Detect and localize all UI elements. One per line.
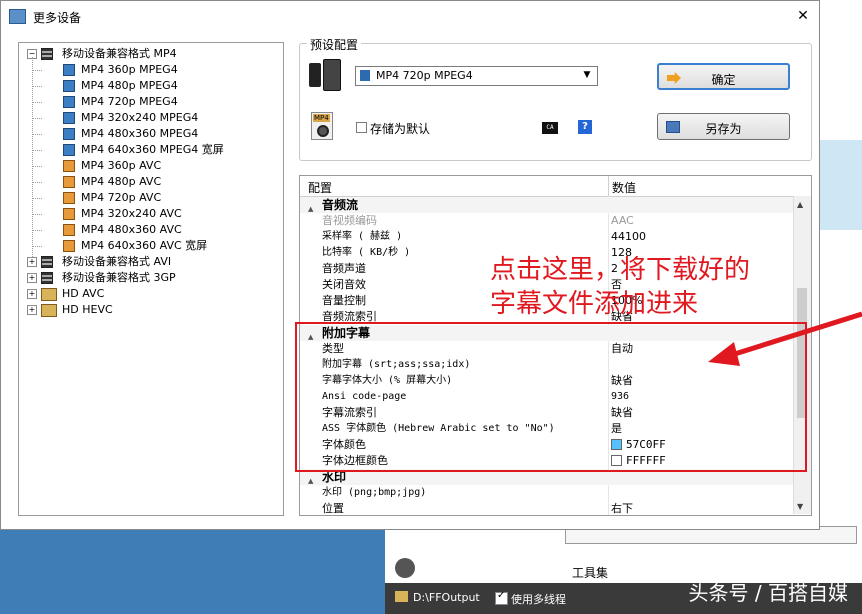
tree-item-label: MP4 480x360 MPEG4 [81,126,198,142]
expand-icon[interactable]: + [27,305,37,315]
folder-icon[interactable] [395,591,408,602]
grid-row[interactable]: 水印 (png;bmp;jpg) [300,485,793,501]
dialog-title: 更多设备 [33,9,81,26]
tree-item-label: MP4 360p AVC [81,158,161,174]
film-strip-icon [41,256,53,268]
grid-row[interactable]: 采样率 ( 赫兹 ) 44100 [300,229,793,245]
multithread-checkbox[interactable] [495,592,508,605]
output-path[interactable]: D:\FFOutput [413,591,480,604]
save-default-label[interactable]: 存储为默认 [370,120,430,137]
video-file-icon [63,144,75,156]
grid-row-key: 比特率 ( KB/秒 ) [322,245,410,261]
video-file-icon [63,112,75,124]
background-window [820,0,862,530]
film-strip-icon [41,48,53,60]
ca-icon[interactable]: CA [542,122,558,134]
grid-row-key: 位置 [322,501,344,516]
watermark: 头条号 / 百搭自媒 [689,577,848,606]
save-as-button[interactable]: 另存为 [657,113,790,140]
video-file-icon [63,224,75,236]
annotation-line-2: 字幕文件添加进来 [490,287,698,321]
video-file-icon [63,176,75,188]
scroll-down-icon[interactable]: ▼ [797,502,803,511]
grid-row-value[interactable]: 44100 [611,229,646,245]
tree-item-label: MP4 480x360 AVC [81,222,182,238]
tree-item-label: MP4 320x240 AVC [81,206,182,222]
background-window-banner [820,140,862,230]
preset-dropdown[interactable]: MP4 720p MPEG4 ▼ [355,66,598,86]
tree-item-label: MP4 720p MPEG4 [81,94,178,110]
tree-item-label: HD AVC [62,286,104,302]
mp4-file-icon: MP4 [311,112,337,142]
grid-row-key: 音量控制 [322,293,366,309]
expand-icon[interactable]: + [27,273,37,283]
toolset-label[interactable]: 工具集 [572,564,608,581]
ok-button[interactable]: 确定 [657,63,790,90]
annotation-line-1: 点击这里，将下载好的 [490,253,750,287]
video-file-icon [63,192,75,204]
preset-group [299,43,812,161]
tree-item-label: 移动设备兼容格式 AVI [62,254,171,270]
tree-item-label: HD HEVC [62,302,113,318]
multithread-label[interactable]: 使用多线程 [511,591,566,607]
device-tree[interactable]: −移动设备兼容格式 MP4MP4 360p MPEG4MP4 480p MPEG… [18,42,284,516]
app-icon [9,9,26,24]
column-header-value: 数值 [612,179,636,196]
grid-row-key: 采样率 ( 赫兹 ) [322,229,402,245]
annotation-arrow [700,300,862,380]
tree-item-label: 移动设备兼容格式 MP4 [62,46,177,62]
video-file-icon [63,240,75,252]
folder-icon [41,304,57,317]
video-file-icon [63,96,75,108]
scroll-up-icon[interactable]: ▲ [797,200,803,209]
tree-item-label: MP4 320x240 MPEG4 [81,110,198,126]
grid-row-value[interactable]: 右下 [611,501,633,516]
grid-row-key: 音频流 [322,197,358,213]
title-bar: 更多设备 ✕ [1,1,821,31]
grid-row[interactable]: 音视频编码 AAC [300,213,793,229]
tree-item-label: 移动设备兼容格式 3GP [62,270,176,286]
grid-row-key: 水印 (png;bmp;jpg) [322,485,426,501]
grid-row-key: 音视频编码 [322,213,377,229]
grid-row-value[interactable]: AAC [611,213,634,229]
expand-icon[interactable]: + [27,257,37,267]
save-default-checkbox[interactable] [356,122,367,133]
phone-icon [307,59,343,91]
grid-row[interactable]: 位置 右下 [300,501,793,516]
video-file-icon [63,80,75,92]
video-icon [360,70,370,81]
tree-item-label: MP4 360p MPEG4 [81,62,178,78]
ok-button-label: 确定 [659,71,788,88]
grid-row-key: 音频声道 [322,261,366,277]
close-button[interactable]: ✕ [793,7,813,25]
help-icon[interactable]: ? [578,120,592,134]
preset-group-label: 预设配置 [307,36,361,53]
tree-item-label: MP4 640x360 MPEG4 宽屏 [81,142,224,158]
grid-category[interactable]: ▲音频流 [300,197,793,213]
video-file-icon [63,64,75,76]
film-strip-icon [41,272,53,284]
preset-selected: MP4 720p MPEG4 [376,69,473,82]
folder-icon [41,288,57,301]
tree-item-label: MP4 640x360 AVC 宽屏 [81,238,207,254]
video-file-icon [63,160,75,172]
column-header-config: 配置 [308,179,332,196]
tree-item-label: MP4 720p AVC [81,190,161,206]
expand-icon[interactable]: + [27,289,37,299]
save-as-label: 另存为 [658,120,789,137]
tree-item-label: MP4 480p MPEG4 [81,78,178,94]
grid-header: 配置 数值 [300,176,793,197]
video-file-icon [63,208,75,220]
film-reel-icon[interactable] [395,558,415,578]
grid-row-key: 关闭音效 [322,277,366,293]
video-file-icon [63,128,75,140]
chevron-down-icon[interactable]: ▼ [580,68,594,82]
tree-item-label: MP4 480p AVC [81,174,161,190]
